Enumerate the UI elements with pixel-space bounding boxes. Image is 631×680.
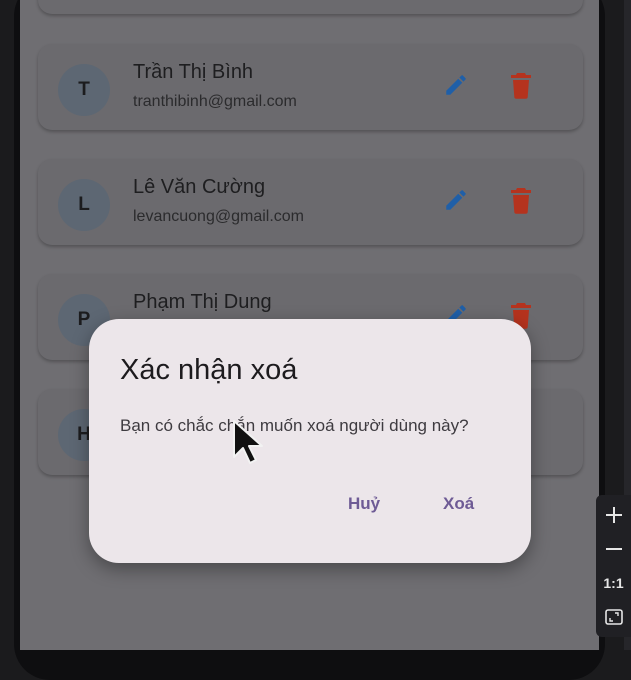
avatar: L [58, 179, 110, 231]
actual-size-button[interactable]: 1:1 [596, 566, 631, 600]
user-name: Lê Văn Cường [133, 176, 266, 198]
cancel-button[interactable]: Huỷ [342, 490, 386, 518]
actual-size-label: 1:1 [603, 575, 624, 591]
user-card[interactable]: L Lê Văn Cường levancuong@gmail.com [38, 159, 583, 245]
dialog-message: Bạn có chắc chắn muốn xoá người dùng này… [120, 416, 469, 435]
edit-icon[interactable] [443, 187, 469, 213]
user-name: Trần Thị Bình [133, 61, 254, 83]
delete-icon[interactable] [509, 186, 533, 214]
confirm-delete-button[interactable]: Xoá [437, 490, 480, 518]
plus-icon[interactable] [596, 498, 631, 532]
user-card-partial [38, 0, 583, 14]
user-card[interactable]: T Trần Thị Bình tranthibinh@gmail.com [38, 44, 583, 130]
edit-icon[interactable] [443, 72, 469, 98]
user-email: tranthibinh@gmail.com [133, 93, 297, 110]
minus-icon[interactable] [596, 532, 631, 566]
confirm-delete-dialog: Xác nhận xoá Bạn có chắc chắn muốn xoá n… [89, 319, 531, 563]
mouse-cursor-icon [233, 420, 263, 464]
user-name: Phạm Thị Dung [133, 291, 272, 313]
dialog-title: Xác nhận xoá [120, 354, 298, 386]
user-email: levancuong@gmail.com [133, 208, 304, 225]
avatar: T [58, 64, 110, 116]
zoom-toolbar: 1:1 [596, 495, 631, 637]
fit-screen-icon[interactable] [596, 600, 631, 634]
delete-icon[interactable] [509, 71, 533, 99]
